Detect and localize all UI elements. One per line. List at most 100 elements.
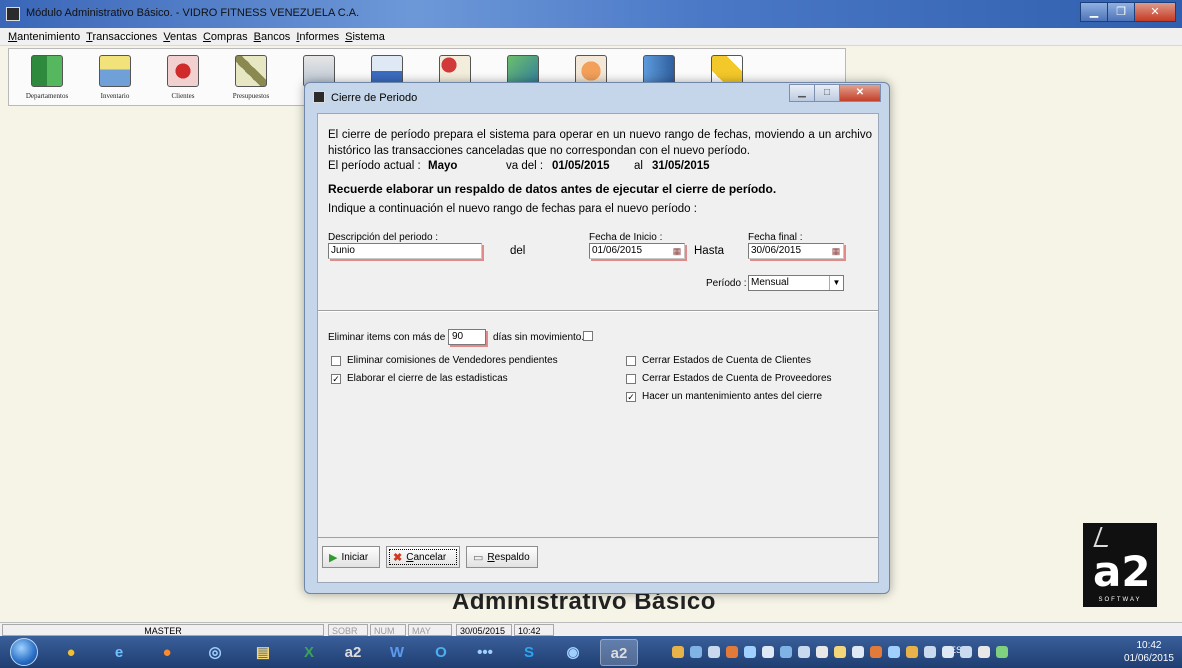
status-may: MAY: [408, 624, 452, 636]
backup-warning: Recuerde elaborar un respaldo de datos a…: [328, 182, 777, 196]
tray-app-icon[interactable]: [762, 646, 774, 658]
dialog-minimize-button[interactable]: ▁: [789, 84, 815, 102]
end-date-field[interactable]: 30/06/2015 ▦: [748, 243, 844, 259]
respaldo-button[interactable]: ▭ Respaldo: [466, 546, 538, 568]
outlook-icon[interactable]: O: [422, 639, 460, 666]
calendar-icon[interactable]: ▦: [671, 245, 683, 257]
flag-icon[interactable]: [978, 646, 990, 658]
option-cierre-estadisticas[interactable]: ✓ Elaborar el cierre de las estadisticas: [331, 373, 508, 384]
clock-time: 10:42: [1136, 640, 1162, 651]
dialog-app-icon: [313, 91, 325, 103]
button-bar: ▶ Iniciar ✖ Cancelar ▭ Respaldo: [318, 537, 878, 571]
status-time: 10:42: [514, 624, 554, 636]
del-label: del: [510, 245, 526, 257]
iniciar-button[interactable]: ▶ Iniciar: [322, 546, 380, 568]
status-user: MASTER: [2, 624, 324, 636]
current-period-value: Mayo: [428, 160, 458, 172]
minimize-button[interactable]: ▁: [1080, 2, 1108, 22]
tray-app-icon[interactable]: [780, 646, 792, 658]
tray-app-icon[interactable]: [690, 646, 702, 658]
clientes-icon: [167, 55, 199, 87]
dialog-close-button[interactable]: ✕: [839, 84, 881, 102]
tray-app-icon[interactable]: [834, 646, 846, 658]
desc-label: Descripción del periodo :: [328, 232, 439, 243]
tray-app-icon[interactable]: [888, 646, 900, 658]
eliminar-comisiones-checkbox[interactable]: [331, 355, 341, 366]
excel-icon[interactable]: X: [290, 639, 328, 666]
tray-app-icon[interactable]: [798, 646, 810, 658]
menu-mantenimiento[interactable]: Mantenimiento: [8, 28, 80, 45]
menu-ventas[interactable]: Ventas: [163, 28, 197, 45]
status-num: NUM: [370, 624, 406, 636]
option-cerrar-proveedores[interactable]: Cerrar Estados de Cuenta de Proveedores: [626, 373, 832, 384]
menu-informes[interactable]: Informes: [296, 28, 339, 45]
start-button[interactable]: [10, 638, 38, 666]
clock-date: 01/06/2015: [1123, 653, 1174, 664]
tray-app-icon[interactable]: [924, 646, 936, 658]
menu-compras[interactable]: Compras: [203, 28, 248, 45]
cerrar-proveedores-checkbox[interactable]: [626, 373, 636, 384]
departamentos-icon: [31, 55, 63, 87]
browser-icon[interactable]: ◎: [196, 639, 234, 666]
firefox-icon[interactable]: ●: [148, 639, 186, 666]
range-label: va del :: [506, 160, 544, 172]
toolbar-presupuestos[interactable]: Presupuestos: [217, 49, 285, 105]
window-title-bar[interactable]: Módulo Administrativo Básico. - VIDRO FI…: [0, 0, 1182, 28]
dialog-controls: ▁ □ ✕: [789, 84, 881, 102]
option-eliminar-comisiones[interactable]: Eliminar comisiones de Vendedores pendie…: [331, 355, 558, 366]
dialog-title: Cierre de Periodo: [331, 92, 418, 104]
signal-icon[interactable]: [942, 646, 954, 658]
range-from: 01/05/2015: [552, 160, 610, 172]
tray-app-icon[interactable]: [744, 646, 756, 658]
cancelar-button[interactable]: ✖ Cancelar: [386, 546, 460, 568]
clock[interactable]: 10:42 01/06/2015: [1124, 639, 1174, 665]
status-date: 30/05/2015: [456, 624, 512, 636]
menu-transacciones[interactable]: Transacciones: [86, 28, 157, 45]
internet-explorer-icon[interactable]: e: [100, 639, 138, 666]
chevron-down-icon: ▼: [829, 276, 843, 290]
tray-app-icon[interactable]: [672, 646, 684, 658]
toolbar-departamentos[interactable]: Departamentos: [13, 49, 81, 105]
calendar-icon[interactable]: ▦: [830, 245, 842, 257]
file-explorer-icon[interactable]: ▤: [244, 639, 282, 666]
word-icon[interactable]: W: [378, 639, 416, 666]
tray-app-icon[interactable]: [906, 646, 918, 658]
start-date-field[interactable]: 01/06/2015 ▦: [589, 243, 685, 259]
volume-icon[interactable]: [960, 646, 972, 658]
desc-field[interactable]: Junio: [328, 243, 482, 259]
tray-app-icon[interactable]: [726, 646, 738, 658]
a2-logo: a2 SOFTWAY: [1083, 523, 1157, 607]
status-bar: MASTER SOBR NUM MAY 30/05/2015 10:42: [0, 622, 1182, 636]
window-controls: ▁ ❐ ✕: [1080, 2, 1176, 22]
eliminar-days-input[interactable]: 90: [448, 329, 486, 345]
maximize-button[interactable]: ❐: [1107, 2, 1135, 22]
dialog-title-bar[interactable]: Cierre de Periodo ▁ □ ✕: [305, 83, 889, 109]
dialog-maximize-button[interactable]: □: [814, 84, 840, 102]
menu-sistema[interactable]: Sistema: [345, 28, 385, 45]
chrome-icon[interactable]: ●: [52, 639, 90, 666]
option-mantenimiento[interactable]: ✓ Hacer un mantenimiento antes del cierr…: [626, 391, 822, 402]
play-icon: ▶: [329, 551, 338, 564]
cursor-icon: [1093, 527, 1115, 547]
toolbar-clientes[interactable]: Clientes: [149, 49, 217, 105]
menu-bancos[interactable]: Bancos: [254, 28, 291, 45]
tray-app-icon[interactable]: [996, 646, 1008, 658]
section-divider: [318, 310, 878, 312]
tray-app-icon[interactable]: [708, 646, 720, 658]
start-date-label: Fecha de Inicio :: [589, 232, 663, 243]
eliminar-suffix: días sin movimiento.: [493, 332, 585, 343]
tray-app-icon[interactable]: [852, 646, 864, 658]
eliminar-items-checkbox[interactable]: [583, 331, 593, 341]
dialog-footer: [317, 585, 879, 593]
mantenimiento-checkbox[interactable]: ✓: [626, 391, 636, 402]
tray-app-icon[interactable]: [816, 646, 828, 658]
tray-app-icon[interactable]: [870, 646, 882, 658]
toolbar-inventario[interactable]: Inventario: [81, 49, 149, 105]
close-button[interactable]: ✕: [1134, 2, 1176, 22]
cerrar-clientes-checkbox[interactable]: [626, 355, 636, 366]
cierre-estadisticas-checkbox[interactable]: ✓: [331, 373, 341, 384]
option-cerrar-clientes[interactable]: Cerrar Estados de Cuenta de Clientes: [626, 355, 811, 366]
period-type-select[interactable]: Mensual ▼: [748, 275, 844, 291]
end-date-label: Fecha final :: [748, 232, 803, 243]
a2-app-icon[interactable]: a2: [334, 639, 372, 666]
